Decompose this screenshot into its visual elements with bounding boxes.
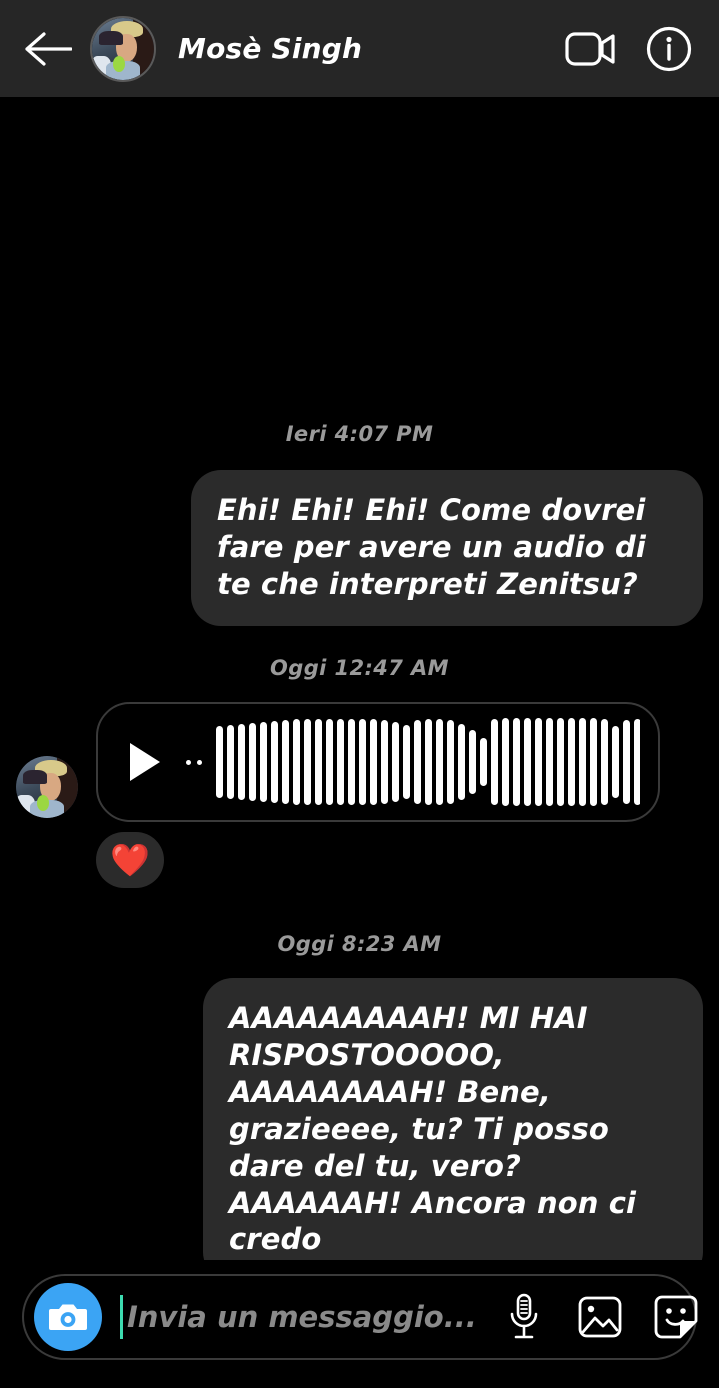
waveform-bar: [282, 720, 289, 805]
camera-button[interactable]: [34, 1283, 102, 1351]
message-row: AAAAAAAAAH! MI HAI RISPOSTOOOOO, AAAAAAA…: [16, 978, 703, 1260]
waveform-bar: [557, 718, 564, 807]
message-timestamp: Ieri 4:07 PM: [285, 422, 434, 446]
audio-progress-dots: [186, 759, 202, 765]
waveform-bar: [524, 718, 531, 807]
waveform-bar: [634, 719, 640, 806]
audio-waveform[interactable]: [216, 716, 640, 808]
waveform-bar: [546, 718, 553, 807]
waveform-bar: [425, 719, 432, 806]
waveform-bar: [590, 718, 597, 807]
waveform-bar: [370, 719, 377, 806]
info-button[interactable]: [641, 21, 697, 77]
message-timestamp: Oggi 12:47 AM: [270, 656, 449, 681]
page-title[interactable]: Mosè Singh: [178, 32, 362, 65]
avatar-image: [92, 17, 154, 80]
back-arrow-icon: [25, 31, 72, 66]
message-input[interactable]: Invia un messaggio...: [127, 1300, 477, 1334]
microphone-icon: [510, 1293, 538, 1339]
back-button[interactable]: [24, 22, 78, 76]
waveform-bar: [568, 718, 575, 807]
waveform-bar: [326, 719, 333, 806]
waveform-bar: [458, 724, 465, 801]
avatar[interactable]: [90, 15, 156, 82]
waveform-bar: [579, 718, 586, 807]
waveform-bar: [249, 723, 256, 802]
waveform-bar: [414, 720, 421, 805]
waveform-bar: [337, 719, 344, 806]
sticker-button[interactable]: [647, 1288, 705, 1346]
waveform-bar: [227, 725, 234, 800]
chat-header: Mosè Singh: [0, 0, 719, 97]
sticker-icon: [654, 1295, 698, 1339]
waveform-bar: [271, 721, 278, 804]
sender-avatar[interactable]: [16, 756, 78, 819]
waveform-bar: [348, 719, 355, 806]
voice-message-row: ❤️: [16, 702, 703, 889]
message-thread[interactable]: Ieri 4:07 PM Ehi! Ehi! Ehi! Come dovrei …: [0, 97, 719, 1260]
reaction-badge[interactable]: ❤️: [96, 832, 164, 889]
video-call-icon: [565, 31, 615, 66]
voice-message-bubble[interactable]: [96, 702, 660, 823]
waveform-bar: [491, 719, 498, 806]
play-icon[interactable]: [130, 743, 160, 782]
waveform-bar: [480, 738, 487, 787]
waveform-bar: [293, 719, 300, 806]
waveform-bar: [502, 718, 509, 807]
video-call-button[interactable]: [563, 21, 619, 77]
text-cursor: [120, 1295, 123, 1339]
waveform-bar: [315, 719, 322, 806]
waveform-bar: [359, 719, 366, 806]
message-row: Ehi! Ehi! Ehi! Come dovrei fare per aver…: [16, 470, 703, 627]
waveform-bar: [392, 722, 399, 803]
waveform-bar: [436, 719, 443, 806]
message-bubble-outgoing[interactable]: AAAAAAAAAH! MI HAI RISPOSTOOOOO, AAAAAAA…: [203, 978, 703, 1260]
waveform-bar: [535, 718, 542, 807]
info-icon: [646, 26, 692, 71]
message-composer[interactable]: Invia un messaggio...: [22, 1274, 698, 1360]
waveform-bar: [623, 720, 630, 805]
waveform-bar: [601, 719, 608, 806]
waveform-bar: [612, 726, 619, 799]
waveform-bar: [260, 722, 267, 803]
message-timestamp: Oggi 8:23 AM: [277, 932, 442, 957]
sender-avatar-image: [16, 756, 78, 819]
message-bubble-outgoing[interactable]: Ehi! Ehi! Ehi! Come dovrei fare per aver…: [191, 470, 703, 627]
waveform-bar: [403, 725, 410, 800]
voice-message-column: ❤️: [96, 702, 660, 889]
waveform-bar: [447, 720, 454, 805]
voice-record-button[interactable]: [495, 1288, 553, 1346]
gallery-button[interactable]: [571, 1288, 629, 1346]
image-icon: [578, 1296, 622, 1338]
waveform-bar: [238, 724, 245, 801]
waveform-bar: [304, 719, 311, 806]
camera-icon: [49, 1304, 87, 1330]
waveform-bar: [469, 730, 476, 795]
waveform-bar: [513, 718, 520, 807]
waveform-bar: [216, 726, 223, 799]
waveform-bar: [381, 720, 388, 805]
composer-container: Invia un messaggio...: [0, 1260, 719, 1388]
